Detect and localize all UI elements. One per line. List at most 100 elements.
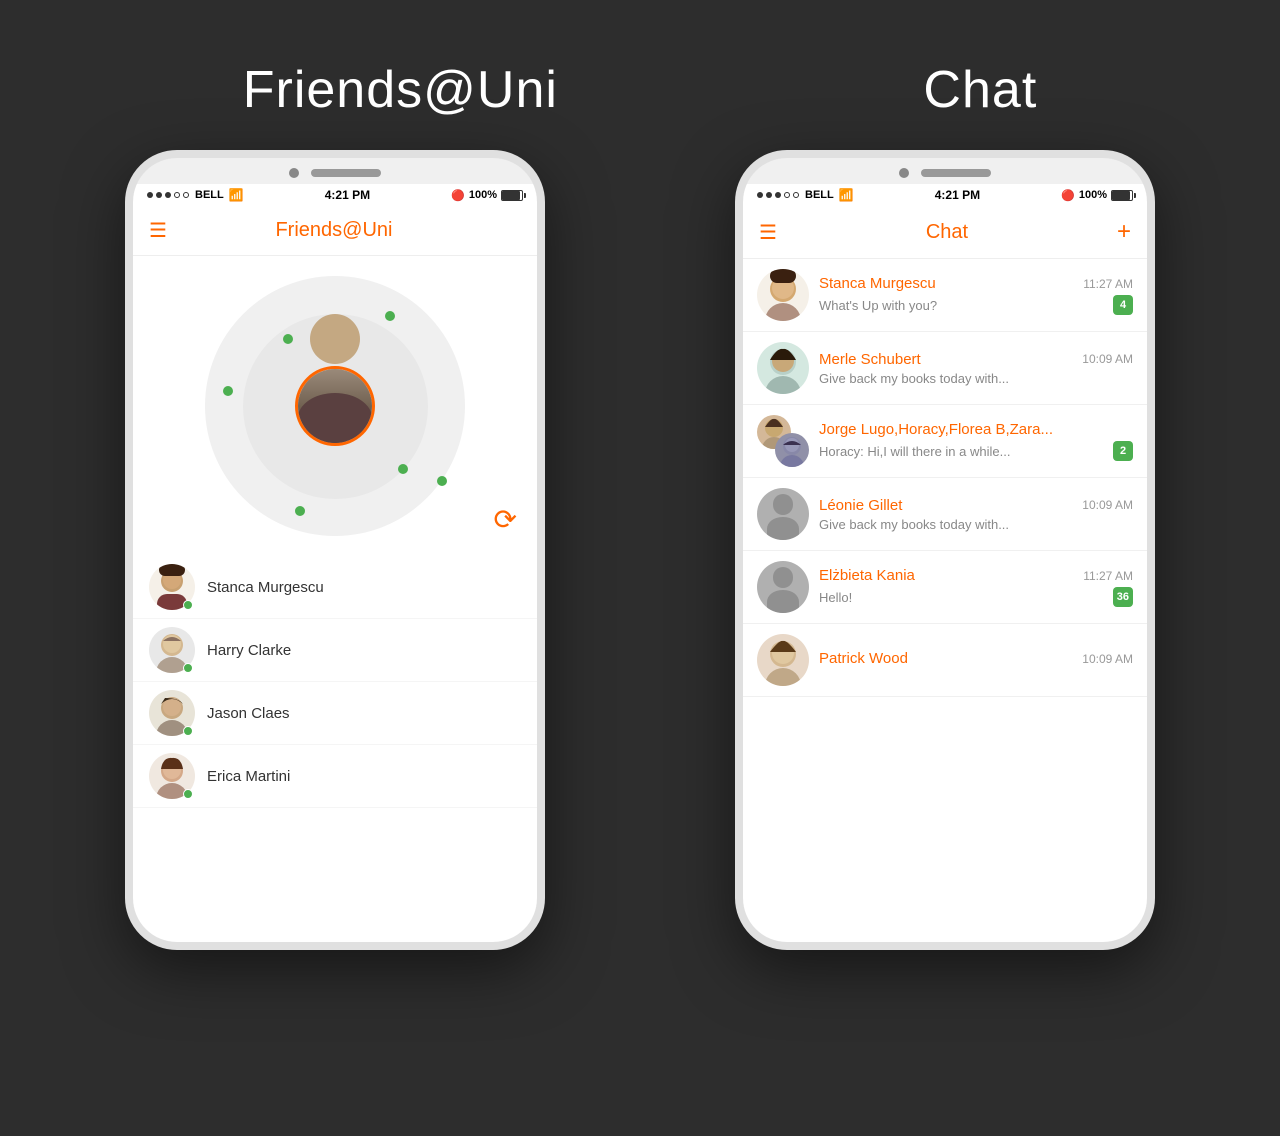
phone1-status-bar: BELL 📶 4:21 PM 🔴 100% [133,184,537,206]
chat-name-elzbieta: Elżbieta Kania [819,567,915,584]
leonie-sil-body [767,517,798,540]
chat-info-elzbieta: Elżbieta Kania 11:27 AM Hello! 36 [819,567,1133,607]
p2-battery-percent: 100% [1079,189,1107,201]
radar-container: ⟳ [133,256,537,556]
p2-signal-dot2 [766,192,772,198]
phone2-time: 4:21 PM [935,188,980,202]
phone1-nav-title: Friends@Uni [275,219,392,242]
phone1-camera [289,168,299,178]
signal-dot5 [183,192,189,198]
chat-badge-group: 2 [1113,441,1133,461]
signal-dot3 [165,192,171,198]
friend-avatar-wrap-jason [149,690,195,736]
phone1: BELL 📶 4:21 PM 🔴 100% ☰ Friends@Uni [125,150,545,950]
friend-name-stanca: Stanca Murgescu [207,579,324,596]
chat-time-leonie: 10:09 AM [1082,498,1133,512]
leonie-silhouette [757,488,809,540]
p2-carrier: BELL [805,189,834,201]
signal-dot1 [147,192,153,198]
radar-dot-4 [223,386,233,396]
friend-name-harry: Harry Clarke [207,642,291,659]
battery-percent: 100% [469,189,497,201]
phone1-friend-list[interactable]: Stanca Murgescu [133,556,537,942]
phone2-chat-list[interactable]: Stanca Murgescu 11:27 AM What's Up with … [743,259,1147,942]
chat-name-patrick: Patrick Wood [819,650,908,667]
chat-item-group[interactable]: Jorge Lugo,Horacy,Florea B,Zara... Horac… [743,405,1147,478]
chat-info-patrick: Patrick Wood 10:09 AM [819,650,1133,670]
elzbieta-silhouette [757,561,809,613]
chat-name-merle: Merle Schubert [819,351,921,368]
section2-title: Chat [923,60,1037,120]
chat-name-group: Jorge Lugo,Horacy,Florea B,Zara... [819,421,1053,438]
chat-avatar-group [757,415,809,467]
chat-badge-elzbieta: 36 [1113,587,1133,607]
friend-item-stanca[interactable]: Stanca Murgescu [133,556,537,619]
battery-icon [501,190,523,201]
phone2-nav-title: Chat [926,221,968,244]
chat-avatar-merle [757,342,809,394]
p2-battery-icon [1111,190,1133,201]
chat-item-leonie[interactable]: Léonie Gillet 10:09 AM Give back my book… [743,478,1147,551]
friend-name-jason: Jason Claes [207,705,290,722]
group-avatar-2 [775,433,809,467]
online-dot-stanca [183,600,193,610]
chat-patrick-svg [757,634,809,686]
phone1-navbar: ☰ Friends@Uni [133,206,537,256]
p2-signal-dot1 [757,192,763,198]
friend-item-harry[interactable]: Harry Clarke [133,619,537,682]
p2-bluetooth-icon: 🔴 [1061,189,1075,202]
chat-item-elzbieta[interactable]: Elżbieta Kania 11:27 AM Hello! 36 [743,551,1147,624]
signal-dot4 [174,192,180,198]
phone2-app-screen: ☰ Chat + [743,206,1147,942]
chat-preview-elzbieta: Hello! [819,590,852,605]
online-dot-erica [183,789,193,799]
radar-dot-1 [385,311,395,321]
phone1-time: 4:21 PM [325,188,370,202]
phone2-camera [899,168,909,178]
chat-preview-merle: Give back my books today with... [819,371,1009,386]
chat-time-merle: 10:09 AM [1082,352,1133,366]
p2-hamburger-icon[interactable]: ☰ [759,220,777,245]
radar-dot-2 [437,476,447,486]
online-dot-harry [183,663,193,673]
refresh-icon[interactable]: ⟳ [494,503,517,536]
add-chat-button[interactable]: + [1117,218,1131,246]
p2-signal-dot3 [775,192,781,198]
signal-dot2 [156,192,162,198]
chat-name-leonie: Léonie Gillet [819,497,902,514]
chat-avatar-leonie [757,488,809,540]
phone1-top [133,158,537,184]
chat-preview-leonie: Give back my books today with... [819,517,1009,532]
chat-avatar-stanca [757,269,809,321]
chat-badge-stanca: 4 [1113,295,1133,315]
elzbieta-sil-head [773,567,794,588]
friend-item-erica[interactable]: Erica Martini [133,745,537,808]
chat-time-elzbieta: 11:27 AM [1083,569,1133,583]
chat-avatar-elzbieta [757,561,809,613]
friend-avatar-wrap-stanca [149,564,195,610]
section1-title: Friends@Uni [243,60,558,120]
phone2-top [743,158,1147,184]
carrier: BELL [195,189,224,201]
phone2: BELL 📶 4:21 PM 🔴 100% ☰ Chat + [735,150,1155,950]
group-av2-svg [775,433,809,467]
chat-info-stanca: Stanca Murgescu 11:27 AM What's Up with … [819,275,1133,315]
chat-item-merle[interactable]: Merle Schubert 10:09 AM Give back my boo… [743,332,1147,405]
phone2-navbar: ☰ Chat + [743,206,1147,259]
chat-item-patrick[interactable]: Patrick Wood 10:09 AM [743,624,1147,697]
leonie-sil-head [773,494,794,515]
friend-avatar-wrap-erica [149,753,195,799]
chat-preview-group: Horacy: Hi,I will there in a while... [819,444,1010,459]
radar-dot-3 [295,506,305,516]
phone2-status-bar: BELL 📶 4:21 PM 🔴 100% [743,184,1147,206]
radar-dot-6 [398,464,408,474]
chat-item-stanca[interactable]: Stanca Murgescu 11:27 AM What's Up with … [743,259,1147,332]
friend-item-jason[interactable]: Jason Claes [133,682,537,745]
chat-info-merle: Merle Schubert 10:09 AM Give back my boo… [819,351,1133,386]
chat-time-stanca: 11:27 AM [1083,277,1133,291]
hamburger-icon[interactable]: ☰ [149,218,167,243]
chat-info-group: Jorge Lugo,Horacy,Florea B,Zara... Horac… [819,421,1133,461]
chat-time-patrick: 10:09 AM [1082,652,1133,666]
phone2-speaker [921,169,991,177]
p2-signal-dot5 [793,192,799,198]
